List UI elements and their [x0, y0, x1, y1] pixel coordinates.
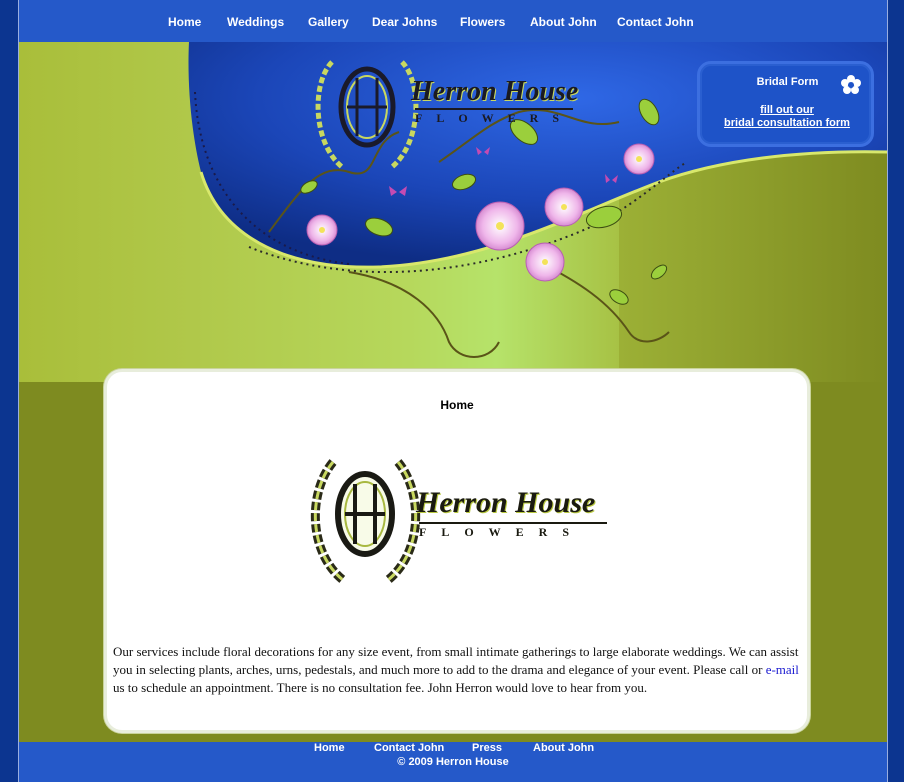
- nav-home[interactable]: Home: [168, 15, 201, 29]
- logo-laurel-emblem: [310, 459, 421, 584]
- copyright-text: © 2009 Herron House: [397, 756, 509, 768]
- footer-about-john[interactable]: About John: [533, 742, 594, 754]
- header-logo-text: Herron House: [411, 76, 579, 107]
- logo-wordmark: Herron House: [416, 486, 596, 519]
- nav-gallery[interactable]: Gallery: [308, 15, 349, 29]
- nav-weddings[interactable]: Weddings: [227, 15, 284, 29]
- header-logo-tagline: FLOWERS: [415, 108, 574, 126]
- footer-contact-john[interactable]: Contact John: [374, 742, 444, 754]
- frame-border-right: [887, 0, 888, 782]
- intro-text-before: Our services include floral decorations …: [113, 644, 799, 677]
- bridal-form-link-line2[interactable]: bridal consultation form: [700, 117, 874, 129]
- nav-about-john[interactable]: About John: [530, 15, 597, 29]
- bridal-form-link-line1[interactable]: fill out our: [700, 104, 874, 116]
- footer-home[interactable]: Home: [314, 742, 345, 754]
- flower-icon: [841, 75, 861, 94]
- footer: Home Contact John Press About John © 200…: [19, 742, 887, 782]
- page-title: Home: [440, 398, 474, 412]
- nav-flowers[interactable]: Flowers: [460, 15, 505, 29]
- bridal-form-box: Bridal Form fill out our bridal consulta…: [697, 61, 874, 147]
- footer-press[interactable]: Press: [472, 742, 502, 754]
- nav-contact-john[interactable]: Contact John: [617, 15, 694, 29]
- logo-tagline: FLOWERS: [419, 522, 607, 540]
- email-link[interactable]: e-mail: [766, 662, 799, 677]
- intro-text-after: us to schedule an appointment. There is …: [113, 680, 648, 695]
- content-card: Home Herron House FLOWERS Our services i…: [104, 369, 810, 733]
- top-nav: Home Weddings Gallery Dear Johns Flowers…: [19, 0, 887, 42]
- intro-paragraph: Our services include floral decorations …: [113, 643, 803, 697]
- nav-dear-johns[interactable]: Dear Johns: [372, 15, 437, 29]
